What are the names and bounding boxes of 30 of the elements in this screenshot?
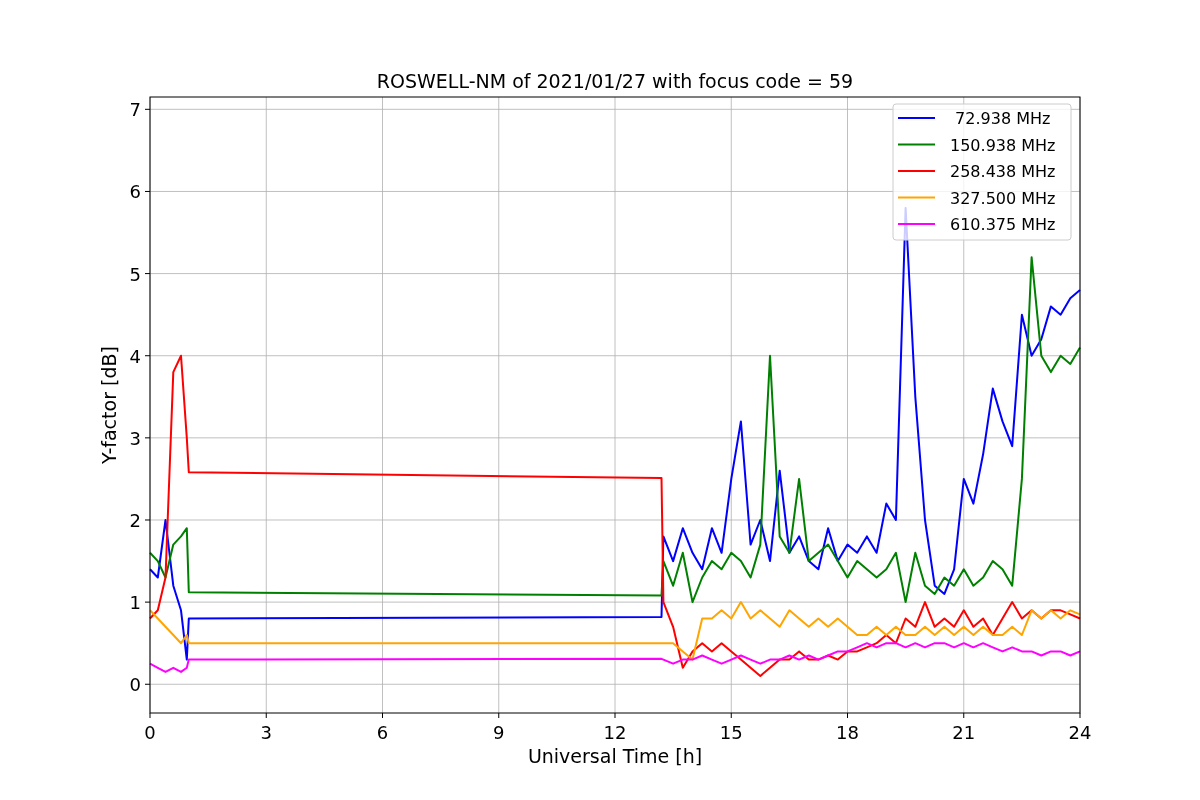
x-tick-label: 6 — [376, 722, 389, 743]
y-axis-label: Y-factor [dB] — [98, 346, 120, 464]
y-tick-label: 7 — [129, 99, 141, 121]
x-tick-label: 9 — [493, 722, 505, 743]
x-tick-label: 15 — [719, 722, 743, 743]
y-tick-label: 0 — [129, 674, 141, 696]
chart-title: ROSWELL-NM of 2021/01/27 with focus code = 59 — [376, 70, 854, 92]
x-tick-label: 0 — [144, 722, 156, 743]
legend-label: 150.938 MHz — [950, 135, 1056, 155]
x-axis-label: Universal Time [h] — [527, 745, 703, 767]
y-tick-label: 4 — [129, 345, 141, 367]
legend-label: 72.938 MHz — [955, 109, 1051, 128]
legend-line — [897, 170, 936, 172]
legend-line — [897, 117, 936, 119]
y-tick-label: 3 — [129, 427, 141, 449]
x-tick-label: 18 — [836, 722, 859, 743]
y-tick-label: 1 — [129, 592, 141, 614]
x-tick-label: 12 — [603, 722, 627, 743]
legend-line — [897, 223, 936, 225]
legend-label: 327.500 MHz — [950, 188, 1056, 208]
y-tick-label: 5 — [129, 263, 141, 285]
x-tick-label: 21 — [952, 722, 976, 743]
y-tick-label: 2 — [129, 510, 141, 531]
legend-line — [897, 196, 936, 199]
x-tick-label: 3 — [260, 722, 272, 743]
legend-line — [897, 143, 936, 146]
x-tick-label: 24 — [1068, 722, 1092, 743]
legend-label: 258.438 MHz — [950, 162, 1056, 181]
y-tick-label: 6 — [129, 181, 141, 203]
legend-label: 610.375 MHz — [950, 215, 1056, 234]
